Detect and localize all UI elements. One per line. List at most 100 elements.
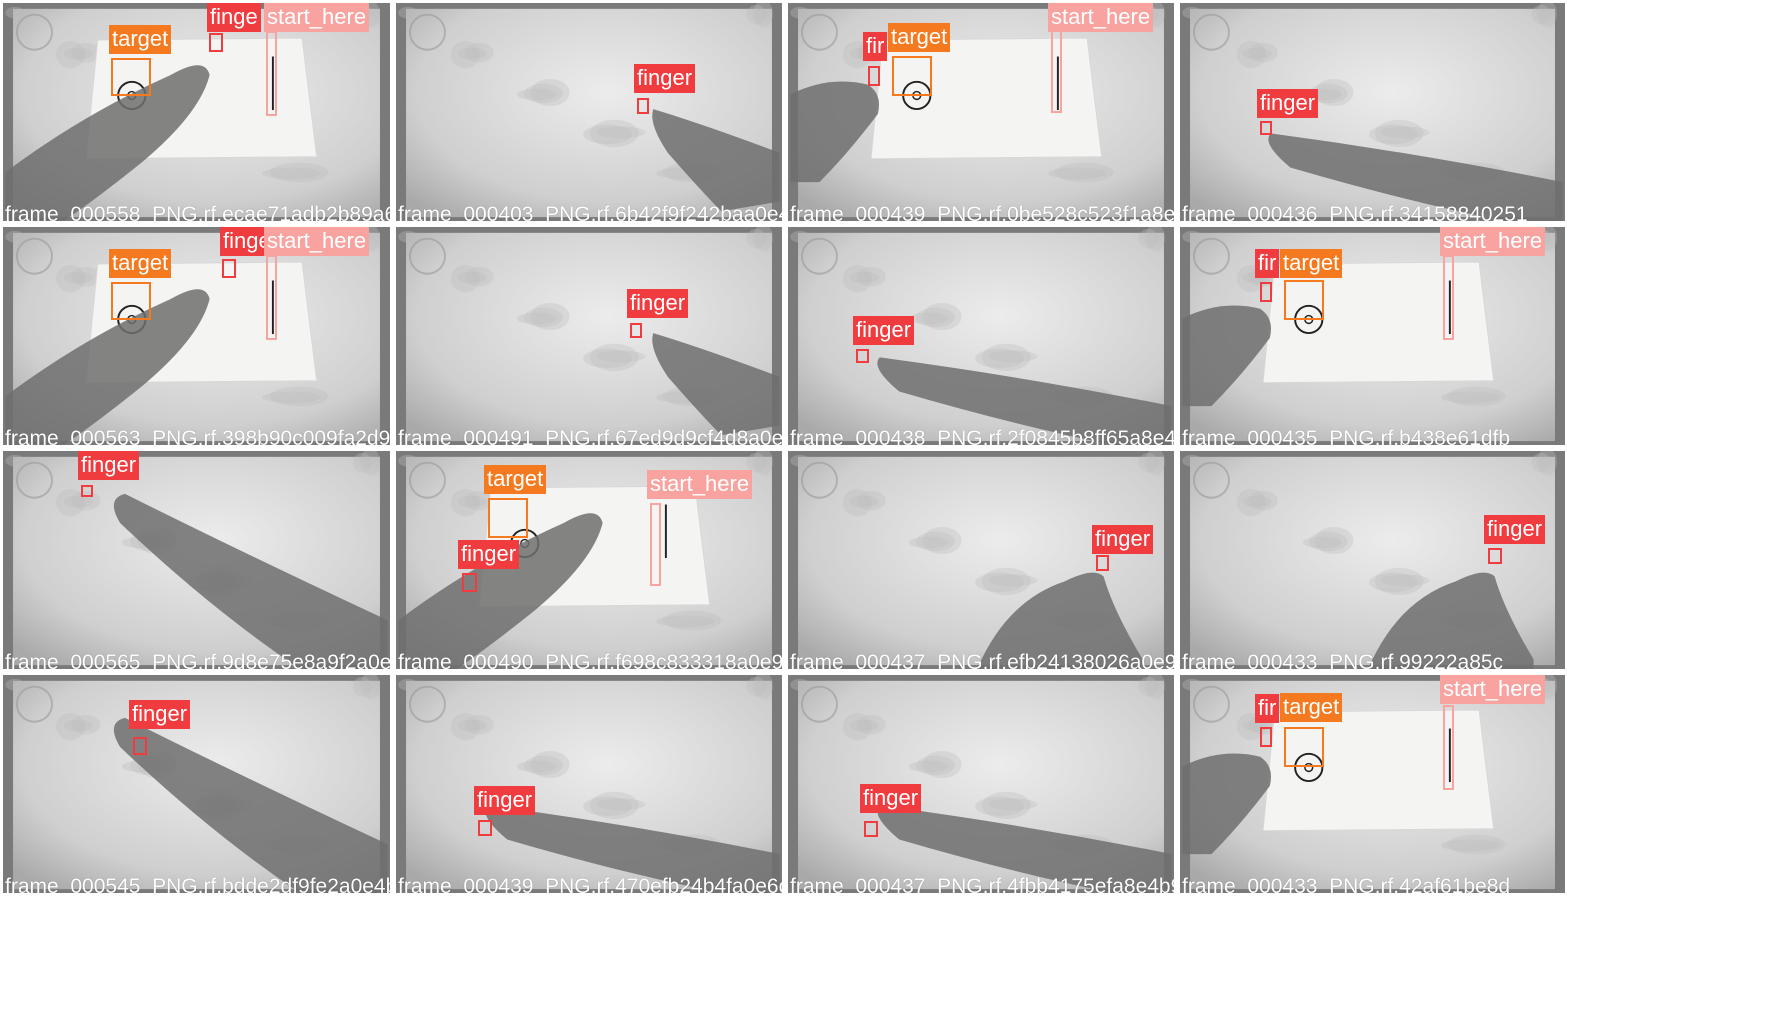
frame-filename-caption: frame_000490_PNG.rf.f698c833318a0e9d8004… [398, 651, 784, 672]
detection-label: finger [129, 700, 191, 729]
frame-filename-caption: frame_000403_PNG.rf.6b42f9f242baa0e41604… [398, 203, 785, 224]
frame-filename-caption: frame_000437_PNG.rf.efb24138026a0e900043… [790, 651, 1177, 672]
detection-tile: target finge start_here frame_000558_PNG.rf… [0, 0, 393, 224]
detection-tile: target finger start_here frame_000490_PNG.r… [393, 448, 785, 672]
detection-label: finger [634, 64, 696, 93]
camera-frame-image [5, 675, 388, 893]
camera-frame-image [5, 227, 380, 445]
bounding-box [892, 56, 932, 96]
bounding-box [133, 737, 147, 755]
detection-label: finger [860, 784, 922, 813]
camera-frame-image [5, 451, 388, 669]
detection-label: target [1280, 249, 1343, 278]
detection-tile: finger frame_000433_PNG.rf.99222a85c [1177, 448, 1568, 672]
detection-tile: fir target start_here frame_000433_PNG.rf.4… [1177, 672, 1568, 896]
detection-label: finger [627, 289, 689, 318]
frame-filename-caption: frame_000491_PNG.rf.67ed9d9cf4d8a0e40004… [398, 427, 784, 448]
bounding-box [488, 498, 528, 538]
bounding-box [864, 821, 878, 837]
frame-filename-caption: frame_000439_PNG.rf.0be528c523f1a8e75109… [790, 203, 1176, 224]
detection-tile: fir target start_here frame_000439_PNG.rf.0… [785, 0, 1177, 224]
detection-label: finger [78, 451, 140, 480]
detection-label: target [1280, 693, 1343, 722]
bounding-box [650, 503, 661, 586]
bounding-box [266, 255, 277, 340]
bounding-box [1096, 555, 1109, 571]
camera-frame-image [790, 675, 1172, 893]
camera-frame-image [790, 3, 1165, 218]
frame-filename-caption: frame_000563_PNG.rf.398b90c009fa2d930004… [5, 427, 391, 448]
frame-filename-caption: frame_000438_PNG.rf.2f0845b8ff65a8e4c900… [790, 427, 1177, 448]
detection-tile: finger frame_000436_PNG.rf.34158840251 [1177, 0, 1568, 224]
frame-filename-caption: frame_000545_PNG.rf.bdde2df9fe2a0e4ba000… [5, 875, 390, 896]
detection-mosaic: target finge start_here frame_000558_PNG.rf… [0, 0, 1792, 1024]
camera-frame-image [1182, 3, 1563, 221]
detection-label: start_here [264, 227, 370, 256]
detection-tile: fir target start_here frame_000435_PNG.rf.b… [1177, 224, 1568, 448]
detection-label: target [109, 25, 172, 54]
camera-frame-image [790, 227, 1172, 445]
frame-filename-caption: frame_000439_PNG.rf.470efb24b4fa0e6c9700… [398, 875, 782, 896]
bounding-box [868, 66, 880, 86]
bounding-box [637, 98, 649, 114]
frame-filename-caption: frame_000433_PNG.rf.99222a85c [1182, 651, 1504, 672]
bounding-box [81, 485, 93, 497]
bounding-box [462, 573, 477, 592]
detection-tile: finger frame_000403_PNG.rf.6b42f9f242baa0… [393, 0, 785, 224]
frame-filename-caption: frame_000433_PNG.rf.42af61be8d [1182, 875, 1511, 896]
camera-frame-image [1182, 227, 1557, 442]
detection-label: finge [207, 3, 261, 32]
bounding-box [1488, 548, 1502, 564]
bounding-box [1260, 282, 1272, 302]
detection-tile: finger frame_000439_PNG.rf.470efb24b4fa0e… [393, 672, 785, 896]
detection-tile: finger frame_000437_PNG.rf.efb24138026a0e… [785, 448, 1177, 672]
frame-filename-caption: frame_000565_PNG.rf.9d8e75e8a9f2a0e79000… [5, 651, 392, 672]
frame-filename-caption: frame_000435_PNG.rf.b438e61dfb [1182, 427, 1511, 448]
bounding-box [209, 33, 223, 52]
bounding-box [1443, 705, 1454, 790]
detection-label: finger [853, 316, 915, 345]
frame-filename-caption: frame_000558_PNG.rf.ecae71adb2b89a640004… [5, 203, 390, 224]
bounding-box [111, 58, 151, 96]
bounding-box [1260, 727, 1272, 747]
detection-tile: finger frame_000438_PNG.rf.2f0845b8ff65a8… [785, 224, 1177, 448]
detection-label: fir [1255, 249, 1280, 278]
detection-tile: finger frame_000565_PNG.rf.9d8e75e8a9f2a0… [0, 448, 393, 672]
camera-frame-image [5, 3, 380, 221]
bounding-box [1284, 727, 1324, 767]
camera-frame-image [1182, 675, 1557, 890]
detection-tile: finger frame_000545_PNG.rf.bdde2df9fe2a0e… [0, 672, 393, 896]
detection-label: finger [474, 786, 536, 815]
camera-frame-image [1182, 451, 1557, 669]
detection-tile: target finge start_here frame_000563_PNG.rf… [0, 224, 393, 448]
detection-label: start_here [1048, 3, 1154, 32]
detection-label: finger [1484, 515, 1546, 544]
detection-label: start_here [264, 3, 370, 32]
bounding-box [630, 323, 642, 338]
camera-frame-image [790, 451, 1165, 669]
detection-label: finger [1257, 89, 1319, 118]
detection-tile: finger frame_000437_PNG.rf.4fbb4175efa8e4… [785, 672, 1177, 896]
detection-label: fir [1255, 694, 1280, 723]
detection-label: start_here [647, 470, 753, 499]
bounding-box [1260, 121, 1272, 135]
detection-label: target [484, 465, 547, 494]
bounding-box [266, 31, 277, 116]
camera-frame-image [398, 3, 780, 218]
camera-frame-image [398, 675, 780, 893]
bounding-box [478, 820, 492, 836]
detection-label: finger [458, 540, 520, 569]
frame-filename-caption: frame_000437_PNG.rf.4fbb4175efa8e4b90004… [790, 875, 1177, 896]
detection-tile: finger frame_000491_PNG.rf.67ed9d9cf4d8a0… [393, 224, 785, 448]
bounding-box [1051, 26, 1062, 113]
detection-label: start_here [1440, 227, 1546, 256]
bounding-box [1443, 255, 1454, 340]
detection-label: fir [863, 32, 888, 61]
bounding-box [111, 282, 151, 320]
bounding-box [1284, 280, 1324, 320]
frame-filename-caption: frame_000436_PNG.rf.34158840251 [1182, 203, 1528, 224]
camera-frame-image [398, 227, 780, 442]
detection-label: finger [1092, 525, 1154, 554]
bounding-box [856, 349, 869, 363]
detection-label: target [109, 249, 172, 278]
